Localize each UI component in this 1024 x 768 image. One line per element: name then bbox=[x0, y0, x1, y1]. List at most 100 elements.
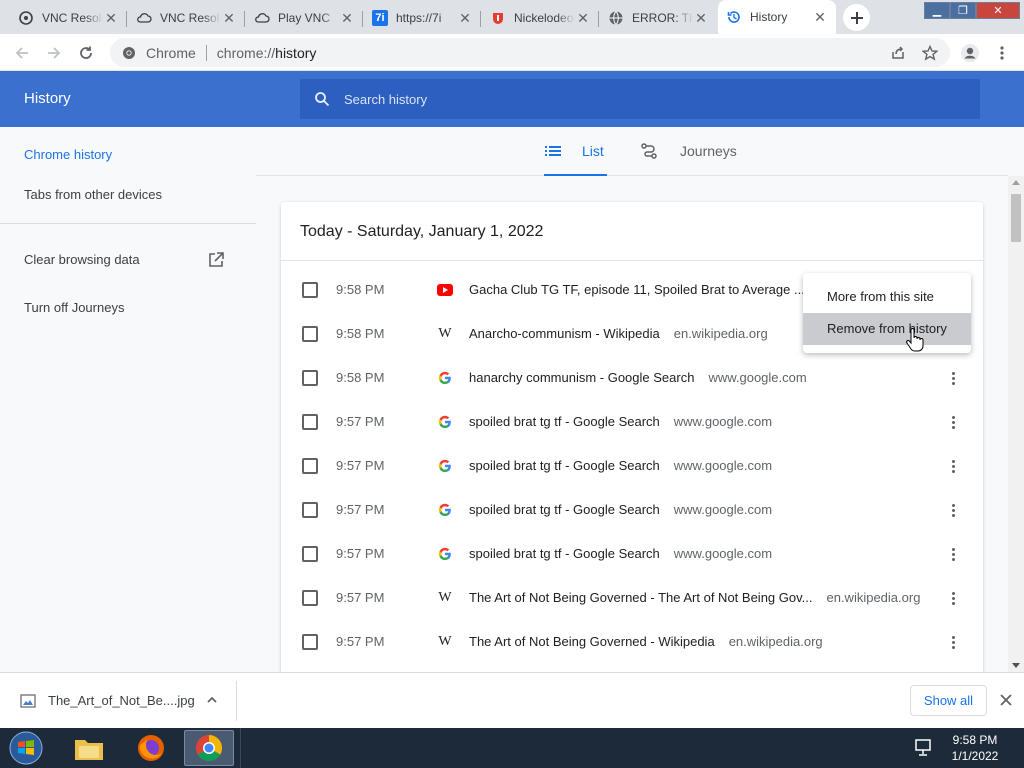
share-button[interactable] bbox=[884, 39, 912, 67]
entry-domain: en.wikipedia.org bbox=[826, 590, 921, 605]
entry-title[interactable]: spoiled brat tg tf - Google Search bbox=[469, 414, 660, 429]
network-icon[interactable] bbox=[914, 738, 934, 761]
close-icon[interactable]: ✕ bbox=[812, 9, 828, 25]
more-actions-icon[interactable] bbox=[945, 368, 961, 388]
chrome-icon bbox=[123, 46, 135, 59]
history-row[interactable]: 9:57 PM W The Art of Not Being Governed - … bbox=[281, 576, 983, 620]
search-icon bbox=[315, 92, 330, 107]
more-actions-icon[interactable] bbox=[945, 456, 961, 476]
share-icon bbox=[892, 46, 904, 59]
sidebar-item-chrome-history[interactable]: Chrome history bbox=[24, 147, 112, 162]
browser-tab[interactable]: Nickelodeon ✕ bbox=[482, 2, 599, 34]
scroll-up-icon[interactable] bbox=[1012, 180, 1020, 185]
chevron-up-icon[interactable] bbox=[205, 693, 219, 710]
back-button[interactable] bbox=[8, 39, 36, 67]
row-checkbox[interactable] bbox=[302, 370, 318, 386]
minimize-button[interactable]: ▁ bbox=[924, 2, 950, 19]
entry-title[interactable]: The Art of Not Being Governed - The Art … bbox=[469, 590, 812, 605]
close-icon[interactable]: ✕ bbox=[457, 10, 473, 26]
entry-domain: en.wikipedia.org bbox=[673, 326, 768, 341]
history-row[interactable]: 9:57 PM spoiled brat tg tf - Google Searc… bbox=[281, 488, 983, 532]
chrome-menu-button[interactable] bbox=[988, 39, 1016, 67]
tab-label: Journeys bbox=[680, 143, 737, 159]
row-title-group: spoiled brat tg tf - Google Search www.go… bbox=[469, 458, 772, 473]
history-row[interactable]: 9:57 PM W The Art of Not Being Governed - … bbox=[281, 620, 983, 664]
hand-cursor-icon bbox=[905, 328, 925, 355]
taskbar-chrome[interactable] bbox=[184, 730, 234, 766]
close-icon[interactable]: ✕ bbox=[221, 10, 237, 26]
new-tab-button[interactable] bbox=[843, 4, 870, 31]
sidebar-item-clear-browsing-data[interactable]: Clear browsing data bbox=[24, 252, 140, 267]
row-checkbox[interactable] bbox=[302, 590, 318, 606]
visit-time: 9:58 PM bbox=[336, 282, 385, 297]
more-actions-icon[interactable] bbox=[945, 544, 961, 564]
menu-item-remove-from-history[interactable]: Remove from history bbox=[803, 313, 971, 345]
taskbar-firefox[interactable] bbox=[126, 730, 176, 766]
entry-title[interactable]: hanarchy communism - Google Search bbox=[469, 370, 694, 385]
profile-button[interactable] bbox=[956, 39, 984, 67]
more-actions-icon[interactable] bbox=[945, 412, 961, 432]
entry-title[interactable]: spoiled brat tg tf - Google Search bbox=[469, 502, 660, 517]
sidebar-item-tabs-other-devices[interactable]: Tabs from other devices bbox=[24, 187, 162, 202]
download-file-name[interactable]: The_Art_of_Not_Be....jpg bbox=[48, 693, 195, 708]
tab-label: List bbox=[582, 143, 604, 159]
history-row[interactable]: 9:57 PM spoiled brat tg tf - Google Searc… bbox=[281, 400, 983, 444]
forward-button[interactable] bbox=[40, 39, 68, 67]
history-row[interactable]: 9:57 PM spoiled brat tg tf - Google Searc… bbox=[281, 532, 983, 576]
sidebar-item-turn-off-journeys[interactable]: Turn off Journeys bbox=[24, 300, 124, 315]
more-actions-icon[interactable] bbox=[945, 500, 961, 520]
entry-title[interactable]: Anarcho-communism - Wikipedia bbox=[469, 326, 660, 341]
window-close-button[interactable]: ✕ bbox=[976, 2, 1020, 19]
close-icon[interactable]: ✕ bbox=[339, 10, 355, 26]
show-all-button[interactable]: Show all bbox=[910, 685, 987, 716]
visit-time: 9:57 PM bbox=[336, 414, 385, 429]
bookmark-button[interactable] bbox=[916, 39, 944, 67]
history-row[interactable]: 9:58 PM hanarchy communism - Google Searc… bbox=[281, 356, 983, 400]
browser-tab[interactable]: ERROR: Th ✕ bbox=[600, 2, 717, 34]
row-checkbox[interactable] bbox=[302, 282, 318, 298]
browser-tab[interactable]: 7i https://7i ✕ bbox=[364, 2, 481, 34]
row-checkbox[interactable] bbox=[302, 502, 318, 518]
clock-time: 9:58 PM bbox=[952, 733, 998, 747]
maximize-button[interactable]: ❐ bbox=[950, 2, 976, 19]
page-title: History bbox=[24, 90, 71, 107]
tab-list[interactable]: List bbox=[544, 127, 607, 176]
search-input[interactable] bbox=[344, 91, 904, 107]
menu-item-more-from-site[interactable]: More from this site bbox=[803, 281, 971, 313]
browser-tab[interactable]: VNC Resolution ✕ bbox=[10, 2, 127, 34]
entry-title[interactable]: spoiled brat tg tf - Google Search bbox=[469, 546, 660, 561]
close-icon[interactable]: ✕ bbox=[103, 10, 119, 26]
tab-journeys[interactable]: Journeys bbox=[640, 127, 737, 175]
close-icon[interactable]: ✕ bbox=[575, 10, 591, 26]
close-download-bar-icon[interactable] bbox=[999, 693, 1013, 710]
entry-title[interactable]: spoiled brat tg tf - Google Search bbox=[469, 458, 660, 473]
open-in-new-icon[interactable] bbox=[207, 251, 225, 272]
system-clock[interactable]: 9:58 PM 1/1/2022 bbox=[940, 732, 1010, 764]
scroll-down-icon[interactable] bbox=[1012, 663, 1020, 668]
reload-button[interactable] bbox=[72, 39, 100, 67]
row-title-group: Gacha Club TG TF, episode 11, Spoiled Br… bbox=[469, 282, 805, 297]
scrollbar-thumb[interactable] bbox=[1011, 194, 1021, 242]
more-actions-icon[interactable] bbox=[945, 632, 961, 652]
browser-tab[interactable]: Play VNC ✕ bbox=[246, 2, 363, 34]
page-scrollbar[interactable] bbox=[1008, 176, 1024, 672]
search-box[interactable] bbox=[300, 79, 980, 119]
browser-tab-active[interactable]: History ✕ bbox=[718, 0, 836, 34]
row-checkbox[interactable] bbox=[302, 634, 318, 650]
more-actions-icon[interactable] bbox=[945, 588, 961, 608]
row-checkbox[interactable] bbox=[302, 458, 318, 474]
row-checkbox[interactable] bbox=[302, 414, 318, 430]
address-bar[interactable]: Chrome chrome://history bbox=[110, 38, 950, 67]
browser-tab[interactable]: VNC Resolution ✕ bbox=[128, 2, 245, 34]
row-title-group: spoiled brat tg tf - Google Search www.go… bbox=[469, 502, 772, 517]
close-icon[interactable]: ✕ bbox=[693, 10, 709, 26]
history-row[interactable]: 9:57 PM spoiled brat tg tf - Google Searc… bbox=[281, 444, 983, 488]
vnc-icon bbox=[18, 10, 34, 26]
row-checkbox[interactable] bbox=[302, 326, 318, 342]
entry-title[interactable]: The Art of Not Being Governed - Wikipedi… bbox=[469, 634, 715, 649]
taskbar-explorer[interactable] bbox=[64, 730, 114, 766]
google-icon bbox=[437, 414, 453, 430]
start-button[interactable] bbox=[4, 729, 48, 767]
entry-title[interactable]: Gacha Club TG TF, episode 11, Spoiled Br… bbox=[469, 282, 805, 297]
row-checkbox[interactable] bbox=[302, 546, 318, 562]
